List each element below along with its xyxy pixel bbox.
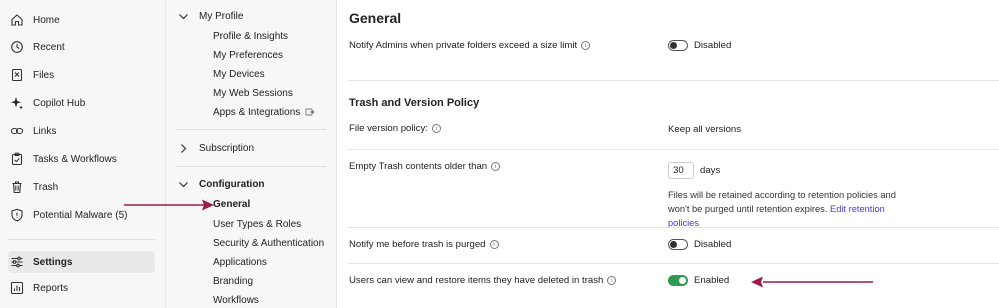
sliders-icon bbox=[10, 255, 24, 269]
section-configuration[interactable]: Configuration bbox=[178, 176, 265, 192]
private-folders-label-text: Notify Admins when private folders excee… bbox=[349, 40, 578, 51]
subnav-apps-integrations[interactable]: Apps & Integrations bbox=[213, 104, 315, 120]
nav-settings[interactable]: Settings bbox=[8, 251, 155, 273]
main-content: General Notify Admins when private folde… bbox=[337, 0, 999, 308]
nav-copilot-hub[interactable]: Copilot Hub bbox=[8, 92, 155, 114]
section-my-profile-label: My Profile bbox=[199, 10, 244, 22]
file-version-value: Keep all versions bbox=[668, 124, 742, 135]
nav-files-label: Files bbox=[33, 69, 55, 81]
nav-links-label: Links bbox=[33, 125, 57, 137]
empty-trash-days-input[interactable] bbox=[668, 162, 694, 179]
info-icon[interactable]: i bbox=[431, 124, 441, 133]
shield-alert-icon bbox=[10, 208, 24, 222]
notify-purge-status: Disabled bbox=[694, 239, 732, 250]
subnav-profile-insights[interactable]: Profile & Insights bbox=[213, 28, 288, 44]
info-icon[interactable]: i bbox=[489, 240, 499, 249]
restore-label-text: Users can view and restore items they ha… bbox=[349, 275, 604, 286]
nav-links[interactable]: Links bbox=[8, 120, 155, 142]
sparkle-icon bbox=[10, 96, 24, 110]
chevron-right-icon bbox=[181, 143, 187, 153]
section-subscription[interactable]: Subscription bbox=[178, 140, 254, 156]
divider bbox=[347, 263, 999, 264]
toggle-knob bbox=[670, 241, 677, 248]
private-folders-toggle[interactable] bbox=[668, 40, 688, 51]
restore-label: Users can view and restore items they ha… bbox=[349, 275, 617, 286]
section-subscription-label: Subscription bbox=[199, 142, 255, 154]
retention-note: Files will be retained according to rete… bbox=[668, 188, 898, 230]
nav-trash[interactable]: Trash bbox=[8, 176, 155, 198]
nav-files[interactable]: Files bbox=[8, 64, 155, 86]
toggle-knob bbox=[679, 277, 686, 284]
settings-nav-divider bbox=[176, 166, 326, 167]
chart-icon bbox=[10, 281, 24, 295]
nav-potential-malware-label: Potential Malware (5) bbox=[33, 209, 128, 221]
nav-recent-label: Recent bbox=[33, 41, 65, 53]
nav-recent[interactable]: Recent bbox=[8, 36, 155, 58]
notify-purge-label: Notify me before trash is purged i bbox=[349, 239, 499, 250]
nav-trash-label: Trash bbox=[33, 181, 59, 193]
link-icon bbox=[10, 124, 24, 138]
trash-icon bbox=[10, 180, 24, 194]
private-folders-status: Disabled bbox=[694, 40, 732, 51]
subnav-my-web-sessions[interactable]: My Web Sessions bbox=[213, 85, 293, 101]
section-configuration-label: Configuration bbox=[199, 178, 265, 190]
private-folders-label: Notify Admins when private folders excee… bbox=[349, 40, 591, 51]
annotation-arrow-general bbox=[124, 199, 214, 211]
empty-trash-setting: days bbox=[668, 162, 720, 179]
empty-trash-label-text: Empty Trash contents older than bbox=[349, 161, 488, 172]
subnav-my-preferences[interactable]: My Preferences bbox=[213, 47, 283, 63]
subnav-security-authentication[interactable]: Security & Authentication bbox=[213, 235, 324, 251]
nav-home[interactable]: Home bbox=[8, 9, 155, 31]
divider bbox=[347, 227, 999, 228]
subnav-apps-integrations-label: Apps & Integrations bbox=[213, 106, 301, 118]
restore-toggle[interactable] bbox=[668, 275, 688, 286]
nav-settings-label: Settings bbox=[33, 256, 73, 268]
subnav-my-devices[interactable]: My Devices bbox=[213, 66, 265, 82]
subnav-applications[interactable]: Applications bbox=[213, 254, 267, 270]
empty-trash-days-unit: days bbox=[700, 165, 721, 176]
nav-home-label: Home bbox=[33, 14, 60, 26]
settings-nav-divider bbox=[176, 129, 326, 130]
home-icon bbox=[10, 13, 24, 27]
subnav-branding[interactable]: Branding bbox=[213, 273, 253, 289]
notify-purge-setting: Disabled bbox=[668, 239, 731, 250]
divider bbox=[347, 149, 999, 150]
restore-status: Enabled bbox=[694, 275, 730, 286]
notify-purge-label-text: Notify me before trash is purged bbox=[349, 239, 486, 250]
subnav-user-types-roles[interactable]: User Types & Roles bbox=[213, 216, 301, 232]
trash-section-title: Trash and Version Policy bbox=[349, 97, 480, 109]
chevron-down-icon bbox=[179, 13, 188, 19]
nav-tasks-workflows-label: Tasks & Workflows bbox=[33, 153, 117, 165]
private-folders-setting: Disabled bbox=[668, 40, 731, 51]
empty-trash-label: Empty Trash contents older than i bbox=[349, 161, 501, 172]
section-my-profile[interactable]: My Profile bbox=[178, 8, 243, 24]
file-version-label: File version policy: i bbox=[349, 123, 441, 134]
clock-icon bbox=[10, 40, 24, 54]
page-title: General bbox=[349, 10, 402, 26]
info-icon[interactable]: i bbox=[491, 162, 501, 171]
clipboard-check-icon bbox=[10, 152, 24, 166]
restore-setting: Enabled bbox=[668, 275, 729, 286]
external-link-icon bbox=[305, 107, 315, 117]
nav-tasks-workflows[interactable]: Tasks & Workflows bbox=[8, 148, 155, 170]
divider bbox=[347, 80, 999, 81]
left-navigation: Home Recent Files Copilot Hub Links Task… bbox=[0, 0, 166, 308]
settings-navigation: My Profile Profile & Insights My Prefere… bbox=[166, 0, 337, 308]
notify-purge-toggle[interactable] bbox=[668, 239, 688, 250]
chevron-down-icon bbox=[179, 181, 188, 187]
nav-reports[interactable]: Reports bbox=[8, 277, 155, 299]
files-icon bbox=[10, 68, 24, 82]
nav-divider bbox=[8, 239, 155, 240]
subnav-workflows[interactable]: Workflows bbox=[213, 292, 259, 308]
nav-copilot-hub-label: Copilot Hub bbox=[33, 97, 86, 109]
info-icon[interactable]: i bbox=[581, 41, 591, 50]
nav-reports-label: Reports bbox=[33, 282, 69, 294]
file-version-label-text: File version policy: bbox=[349, 123, 428, 134]
info-icon[interactable]: i bbox=[607, 276, 617, 285]
toggle-knob bbox=[670, 42, 677, 49]
annotation-arrow-restore bbox=[751, 276, 873, 288]
